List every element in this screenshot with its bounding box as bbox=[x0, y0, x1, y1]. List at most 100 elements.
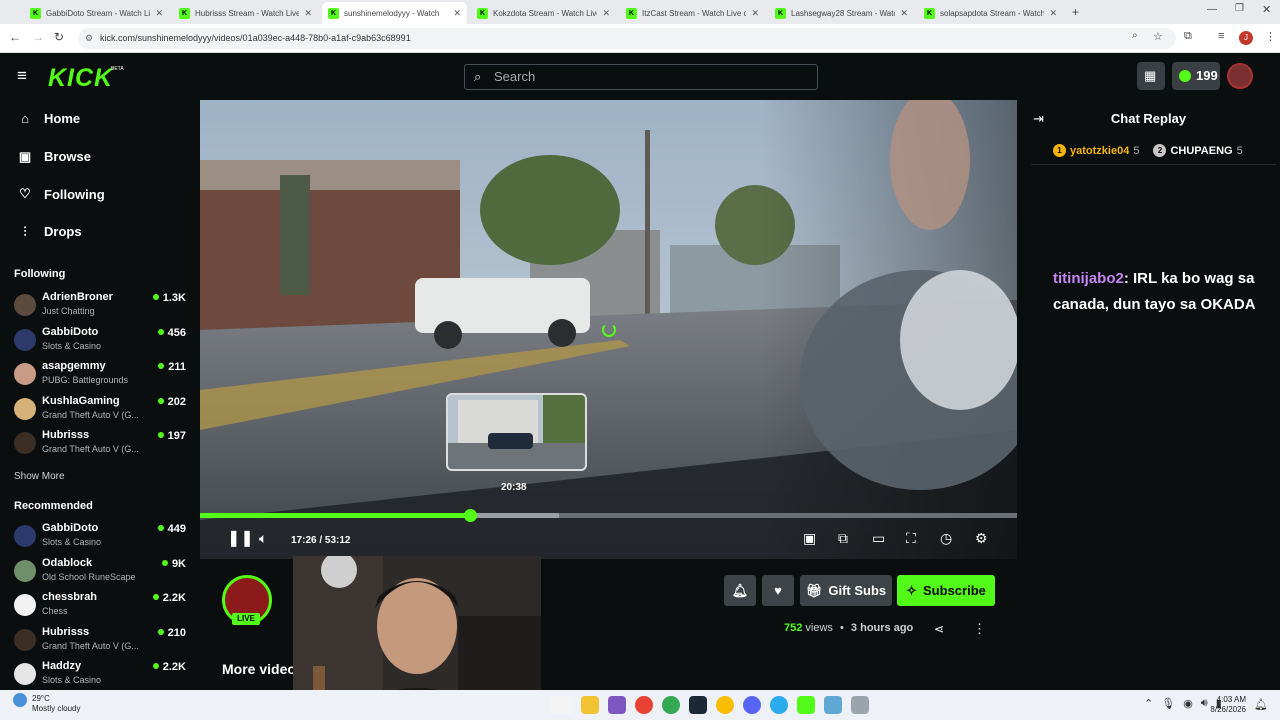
microphone-icon[interactable]: 🎙︎ bbox=[1161, 697, 1175, 710]
subscribe-button[interactable]: ✧ Subscribe bbox=[897, 575, 995, 606]
app-icon[interactable] bbox=[824, 696, 842, 714]
channel-avatar bbox=[14, 363, 36, 385]
seek-handle[interactable] bbox=[463, 509, 477, 522]
notification-icon[interactable]: 🔔︎ bbox=[1254, 698, 1268, 711]
channel-item[interactable]: Hubrisss Grand Theft Auto V (G... 197 bbox=[14, 429, 192, 459]
channel-item[interactable]: Odablock Old School RuneScape 9K bbox=[14, 557, 192, 587]
fullscreen-icon[interactable]: ⛶ bbox=[906, 530, 916, 547]
channel-item[interactable]: AdrienBroner Just Chatting 1.3K bbox=[14, 291, 192, 321]
browser-tab[interactable]: Ksolapsapdota Stream - Watch L ✕ bbox=[918, 2, 1063, 24]
tab-title: Hubrisss Stream - Watch Live o bbox=[195, 8, 300, 18]
browser-tab[interactable]: Ksunshinemelodyyy - Watch ✕ bbox=[322, 2, 467, 24]
clock-time: 4:03 AM bbox=[1216, 695, 1246, 704]
top-gifter[interactable]: 2 CHUPAENG 5 bbox=[1153, 144, 1243, 157]
channel-category: Chess bbox=[42, 606, 68, 616]
profile-avatar[interactable]: J bbox=[1239, 31, 1253, 45]
weather-icon[interactable] bbox=[13, 693, 27, 707]
kick-app-icon[interactable] bbox=[797, 696, 815, 714]
hamburger-menu-icon[interactable]: ≡ bbox=[17, 66, 27, 86]
dashboard-button[interactable]: ▦ bbox=[1137, 62, 1165, 90]
url-field[interactable]: ⚙ kick.com/sunshinemelodyyy/videos/01a03… bbox=[78, 28, 1176, 49]
channel-item[interactable]: asapgemmy PUBG: Battlegrounds 211 bbox=[14, 360, 192, 390]
playback-speed-icon[interactable]: ◷ bbox=[940, 530, 952, 547]
discord-icon[interactable] bbox=[743, 696, 761, 714]
browser-tab[interactable]: K Kokzdota Stream - Watch Live o ✕ bbox=[471, 2, 616, 24]
browser-tab[interactable]: K Hubrisss Stream - Watch Live o ✕ bbox=[173, 2, 318, 24]
browser-tab[interactable]: K GabbiDoto Stream - Watch Live ✕ bbox=[24, 2, 169, 24]
close-tab-icon[interactable]: ✕ bbox=[155, 8, 163, 19]
chat-title: Chat Replay bbox=[1110, 111, 1187, 126]
snipping-tool-icon[interactable] bbox=[851, 696, 869, 714]
channel-item[interactable]: GabbiDoto Slots & Casino 456 bbox=[14, 326, 192, 356]
kick-coins-button[interactable]: 199 bbox=[1172, 62, 1220, 90]
settings-gear-icon[interactable]: ⚙ bbox=[975, 530, 988, 547]
volume-icon[interactable]: 🔈︎ bbox=[259, 530, 267, 547]
system-clock[interactable]: 4:03 AM 8/26/2026 bbox=[1210, 695, 1246, 715]
close-window-button[interactable]: ✕ bbox=[1262, 3, 1271, 16]
clip-icon[interactable]: ⧉ bbox=[838, 530, 848, 547]
share-icon[interactable]: ⋖ bbox=[934, 622, 944, 636]
channel-item[interactable]: Haddzy Slots & Casino 2.2K bbox=[14, 660, 192, 690]
notification-bell-button[interactable]: 🔔︎ bbox=[724, 575, 756, 606]
back-arrow-icon[interactable]: ← bbox=[9, 30, 21, 44]
pause-icon[interactable]: ❚❚ bbox=[227, 528, 254, 548]
sidebar-item-following[interactable]: ♡ Following bbox=[18, 186, 104, 202]
viewer-count: 449 bbox=[158, 523, 186, 535]
close-tab-icon[interactable]: ✕ bbox=[602, 8, 610, 19]
gift-subs-button[interactable]: 🎁︎ Gift Subs bbox=[800, 575, 892, 606]
mini-player-icon[interactable]: ▣ bbox=[803, 530, 816, 547]
browser-tab[interactable]: K ItzCast Stream - Watch Live on ✕ bbox=[620, 2, 765, 24]
close-tab-icon[interactable]: ✕ bbox=[900, 8, 908, 19]
chrome-profile-icon[interactable] bbox=[662, 696, 680, 714]
sidebar-item-browse[interactable]: ▣ Browse bbox=[18, 149, 91, 165]
channel-item[interactable]: Hubrisss Grand Theft Auto V (G... 210 bbox=[14, 626, 192, 656]
tray-chevron-icon[interactable]: ⌃ bbox=[1144, 697, 1153, 710]
site-info-icon[interactable]: ⚙ bbox=[85, 28, 93, 49]
kick-logo[interactable]: KICK bbox=[48, 64, 113, 93]
seek-bar[interactable] bbox=[200, 509, 1017, 522]
weather-widget[interactable]: 29°C Mostly cloudy bbox=[32, 694, 80, 714]
more-options-icon[interactable]: ⋮ bbox=[973, 621, 986, 637]
follow-heart-button[interactable]: ♥ bbox=[762, 575, 794, 606]
channel-item[interactable]: KushlaGaming Grand Theft Auto V (G... 202 bbox=[14, 395, 192, 425]
sidebar-item-drops[interactable]: ⫶ Drops bbox=[18, 224, 81, 240]
close-tab-icon[interactable]: ✕ bbox=[1049, 8, 1057, 19]
media-control-icon[interactable]: ≡ bbox=[1218, 30, 1224, 42]
user-avatar[interactable] bbox=[1227, 63, 1253, 89]
tab-title: Kokzdota Stream - Watch Live o bbox=[493, 8, 598, 18]
reload-icon[interactable]: ↻ bbox=[54, 30, 64, 44]
show-more-link[interactable]: Show More bbox=[14, 471, 65, 482]
theater-mode-icon[interactable]: ▭ bbox=[872, 530, 885, 547]
steam-icon[interactable] bbox=[689, 696, 707, 714]
chrome-icon[interactable] bbox=[635, 696, 653, 714]
browser-tab[interactable]: K Lashsegway28 Stream - Watch ✕ bbox=[769, 2, 914, 24]
chrome-alt-icon[interactable] bbox=[716, 696, 734, 714]
close-tab-icon[interactable]: ✕ bbox=[304, 8, 312, 19]
maximize-button[interactable]: ❐ bbox=[1235, 3, 1244, 14]
minimize-button[interactable]: — bbox=[1207, 4, 1217, 15]
bookmark-star-icon[interactable]: ☆ bbox=[1153, 30, 1163, 43]
channel-name: AdrienBroner bbox=[42, 291, 113, 303]
file-explorer-icon[interactable] bbox=[581, 696, 599, 714]
wifi-icon[interactable]: ◉ bbox=[1183, 697, 1193, 710]
telegram-icon[interactable] bbox=[770, 696, 788, 714]
extensions-icon[interactable]: ⧉ bbox=[1184, 30, 1192, 43]
subscribe-label: Subscribe bbox=[923, 583, 986, 598]
close-tab-icon[interactable]: ✕ bbox=[453, 8, 461, 19]
zoom-icon[interactable]: ⌕ bbox=[1132, 30, 1138, 41]
close-tab-icon[interactable]: ✕ bbox=[751, 8, 759, 19]
search-bar-icon[interactable] bbox=[550, 696, 572, 714]
chat-username[interactable]: titinijabo2 bbox=[1053, 270, 1124, 287]
search-input[interactable]: ⌕ Search bbox=[464, 64, 818, 90]
forward-arrow-icon[interactable]: → bbox=[32, 30, 44, 44]
browser-menu-icon[interactable]: ⋮ bbox=[1265, 30, 1276, 43]
copilot-icon[interactable] bbox=[608, 696, 626, 714]
sidebar-item-home[interactable]: ⌂ Home bbox=[18, 111, 80, 126]
channel-item[interactable]: chessbrah Chess 2.2K bbox=[14, 591, 192, 621]
speaker-icon[interactable]: 🔊︎ bbox=[1201, 697, 1208, 710]
channel-item[interactable]: GabbiDoto Slots & Casino 449 bbox=[14, 522, 192, 552]
top-gifter[interactable]: 1 yatotzkie04 5 bbox=[1053, 144, 1139, 157]
search-icon: ⌕ bbox=[474, 69, 482, 84]
new-tab-button[interactable]: + bbox=[1072, 5, 1079, 19]
video-player[interactable]: 20:38 ❚❚ 🔈︎ 17:26 / 53:12 ▣ ⧉ ▭ ⛶ ◷ ⚙ bbox=[200, 100, 1017, 559]
